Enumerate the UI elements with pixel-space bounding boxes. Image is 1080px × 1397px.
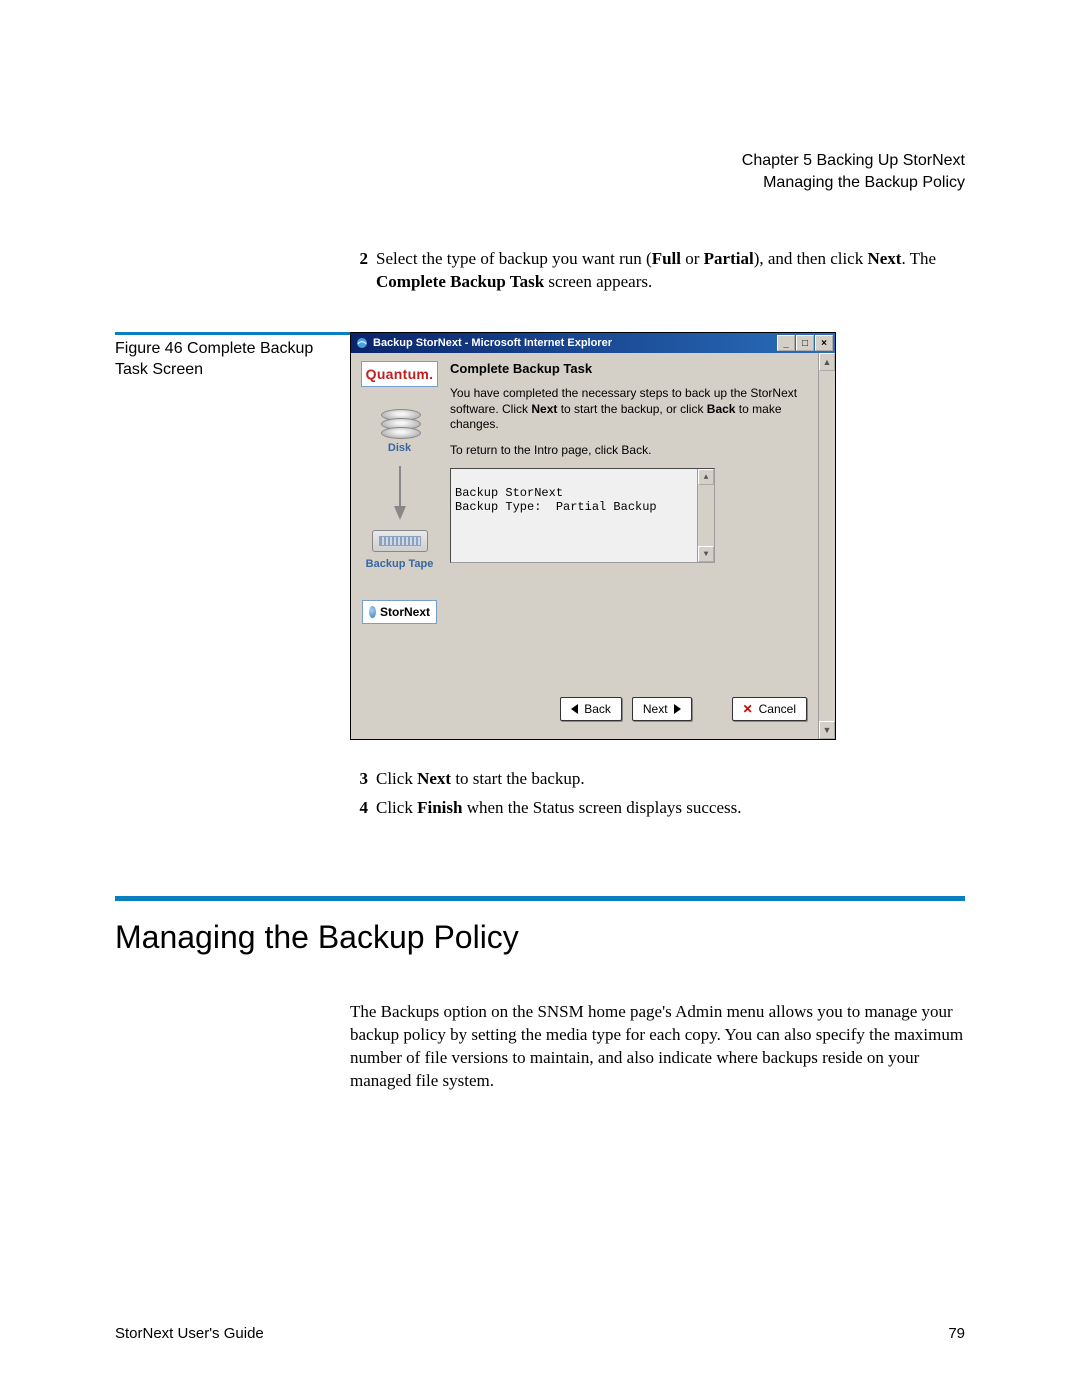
arrow-down-icon [394,466,406,520]
step-3: 3 Click Next to start the backup. [350,768,965,791]
wizard-sidebar: Quantum. Disk [357,359,442,669]
section-heading: Managing the Backup Policy [115,919,965,956]
wizard-main-panel: Complete Backup Task You have completed … [442,359,829,669]
step-number: 3 [350,768,368,791]
window-titlebar: Backup StorNext - Microsoft Internet Exp… [351,333,835,353]
back-button[interactable]: Back [560,697,622,721]
figure-caption: Figure 46 Complete Backup Task Screen [115,339,350,381]
next-button-label: Next [643,702,668,716]
screenshot-window: Backup StorNext - Microsoft Internet Exp… [350,332,836,740]
close-icon[interactable]: × [815,335,833,351]
scroll-down-icon[interactable]: ▼ [698,546,714,562]
triangle-left-icon [571,704,578,714]
triangle-right-icon [674,704,681,714]
page-footer: StorNext User's Guide 79 [115,1325,965,1342]
cancel-x-icon: ✕ [743,702,753,716]
minimize-icon[interactable]: _ [777,335,795,351]
footer-left: StorNext User's Guide [115,1325,264,1342]
disk-icon: Disk [381,409,419,454]
ie-icon [355,336,369,350]
summary-line-2: Backup Type: Partial Backup [455,500,657,514]
stornext-logo: StorNext [362,600,437,624]
summary-scrollbar[interactable]: ▲ ▼ [697,469,714,562]
step-number: 4 [350,797,368,820]
window-scrollbar[interactable]: ▲ ▼ [818,353,835,739]
maximize-icon[interactable]: □ [796,335,814,351]
backup-summary-box: Backup StorNext Backup Type: Partial Bac… [450,468,715,563]
wizard-paragraph-2: To return to the Intro page, click Back. [450,443,807,459]
wizard-title: Complete Backup Task [450,361,807,376]
quantum-logo: Quantum. [361,361,439,387]
cancel-button[interactable]: ✕ Cancel [732,697,807,721]
step-text: Click Next to start the backup. [376,768,585,791]
cancel-button-label: Cancel [759,702,796,716]
step-number: 2 [350,248,368,294]
header-subtitle: Managing the Backup Policy [115,172,965,194]
wizard-button-bar: Back Next ✕ Cancel [560,697,807,721]
section-body: The Backups option on the SNSM home page… [350,1001,965,1093]
scroll-down-icon[interactable]: ▼ [819,721,835,739]
step-text: Click Finish when the Status screen disp… [376,797,741,820]
header-chapter: Chapter 5 Backing Up StorNext [115,150,965,172]
disk-label: Disk [388,442,411,454]
step-text: Select the type of backup you want run (… [376,248,965,294]
page-header: Chapter 5 Backing Up StorNext Managing t… [115,150,965,193]
step-2: 2 Select the type of backup you want run… [350,248,965,294]
stornext-label: StorNext [380,605,430,619]
step-4: 4 Click Finish when the Status screen di… [350,797,965,820]
scroll-up-icon[interactable]: ▲ [819,353,835,371]
stornext-glyph-icon [369,606,376,618]
wizard-paragraph-1: You have completed the necessary steps t… [450,386,807,433]
footer-page-number: 79 [948,1325,965,1342]
back-button-label: Back [584,702,611,716]
scroll-up-icon[interactable]: ▲ [698,469,714,485]
tape-drive-icon: Backup Tape [366,530,434,570]
tape-label: Backup Tape [366,558,434,570]
next-button[interactable]: Next [632,697,692,721]
summary-line-1: Backup StorNext [455,486,563,500]
window-title: Backup StorNext - Microsoft Internet Exp… [373,337,777,349]
